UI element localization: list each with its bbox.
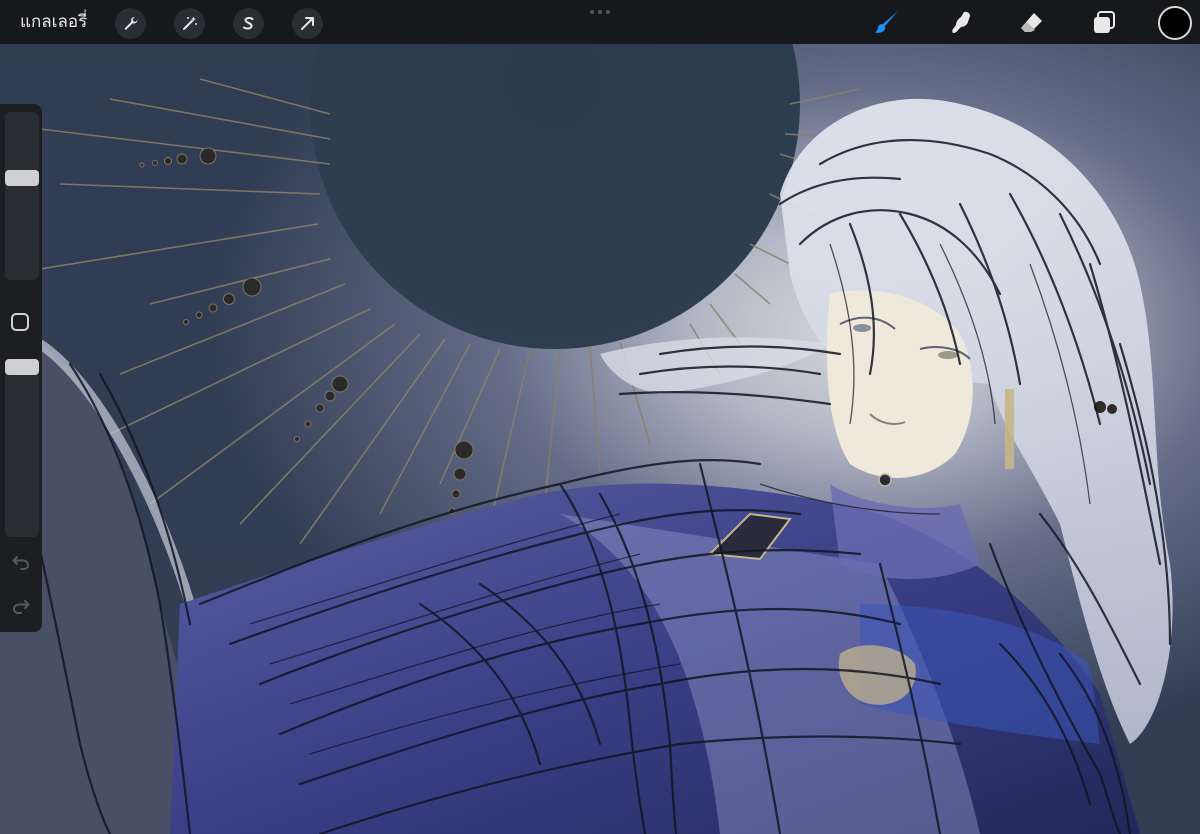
toolbar-grab-handle[interactable]: [590, 10, 610, 14]
handle-dot: [598, 10, 602, 14]
selection-s-icon: [243, 16, 254, 30]
brush-size-slider[interactable]: [5, 112, 39, 280]
brush-size-thumb[interactable]: [5, 170, 39, 186]
brush-tool-button[interactable]: [870, 6, 904, 40]
magic-wand-icon: [183, 16, 197, 30]
handle-dot: [590, 10, 594, 14]
smudge-tool-button[interactable]: [944, 6, 978, 40]
procreate-window: แกลเลอรี่: [0, 0, 1200, 834]
handle-dot: [606, 10, 610, 14]
brush-icon: [875, 11, 898, 33]
undo-icon: [12, 556, 30, 570]
adjustments-button[interactable]: [174, 8, 205, 39]
wrench-icon: [124, 17, 138, 30]
layers-icon: [1094, 11, 1115, 33]
transform-arrow-icon: [301, 17, 314, 30]
top-toolbar: แกลเลอรี่: [0, 0, 1200, 44]
eraser-icon: [1021, 13, 1042, 32]
modify-button[interactable]: [11, 313, 29, 331]
opacity-thumb[interactable]: [5, 359, 39, 375]
actions-button[interactable]: [115, 8, 146, 39]
transform-button[interactable]: [292, 8, 323, 39]
gallery-button[interactable]: แกลเลอรี่: [20, 9, 87, 35]
smudge-icon: [952, 11, 970, 33]
layers-button[interactable]: [1087, 6, 1121, 40]
undo-button[interactable]: [10, 551, 32, 573]
selection-button[interactable]: [233, 8, 264, 39]
left-sidebar: [0, 104, 42, 632]
redo-icon: [12, 600, 30, 614]
drawing-canvas[interactable]: [0, 44, 1200, 834]
redo-button[interactable]: [10, 595, 32, 617]
eraser-tool-button[interactable]: [1015, 6, 1049, 40]
color-picker-button[interactable]: [1158, 6, 1192, 40]
sketch-artwork: [0, 44, 1200, 834]
opacity-slider[interactable]: [5, 359, 39, 537]
